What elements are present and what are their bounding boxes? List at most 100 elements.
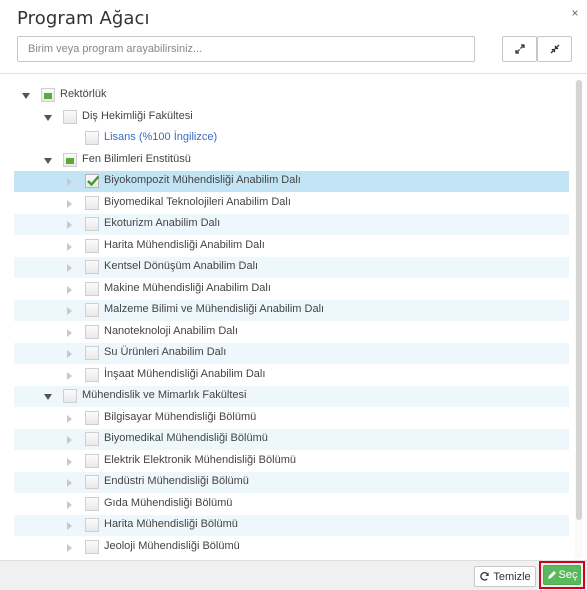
collapsed-arrow-icon[interactable] [67,199,72,208]
tree-row[interactable]: Endüstri Mühendisliği Bölümü [14,472,569,493]
select-button[interactable]: Seç [543,565,581,585]
collapsed-arrow-icon[interactable] [67,522,72,530]
collapsed-arrow-icon[interactable] [67,500,72,509]
collapsed-arrow-icon[interactable] [67,457,72,466]
expand-all-button[interactable] [502,36,537,62]
checkbox[interactable] [85,518,99,532]
checkbox[interactable] [85,539,99,554]
expanded-arrow-icon[interactable] [44,394,52,400]
scrollbar-thumb[interactable] [576,80,582,520]
tree-row-label[interactable]: Su Ürünleri Anabilim Dalı [104,346,226,358]
tree-row-label[interactable]: Harita Mühendisliği Bölümü [104,518,238,530]
tree-row-label[interactable]: Harita Mühendisliği Anabilim Dalı [104,239,265,251]
tree-row-label[interactable]: Biyomedikal Mühendisliği Bölümü [104,432,268,444]
program-tree-dialog: Program Ağacı × Rektörlük Diş Hekimliği F… [0,0,587,590]
tree-row-label[interactable]: Biyokompozit Mühendisliği Anabilim Dalı [104,174,301,186]
tree-row[interactable]: Ekoturizm Anabilim Dalı [14,214,569,235]
checkbox[interactable] [63,152,77,167]
checkbox[interactable] [85,432,99,446]
checkbox[interactable] [85,260,99,274]
tree-row-label[interactable]: Makine Mühendisliği Anabilim Dalı [104,282,271,294]
tree-row[interactable]: Mühendislik ve Mimarlık Fakültesi [14,386,569,407]
collapsed-arrow-icon[interactable] [67,285,72,294]
collapsed-arrow-icon[interactable] [67,371,72,380]
tree-row[interactable]: İnşaat Mühendisliği Anabilim Dalı [14,365,569,386]
tree-row[interactable]: Malzeme Bilimi ve Mühendisliği Anabilim … [14,300,569,321]
dialog-title: Program Ağacı [17,8,150,29]
checkbox[interactable] [85,131,99,145]
tree-row[interactable]: Harita Mühendisliği Bölümü [14,515,569,536]
clear-button[interactable]: Temizle [474,566,536,587]
collapsed-arrow-icon[interactable] [67,178,72,186]
collapsed-arrow-icon[interactable] [67,328,72,337]
search-input[interactable] [17,36,475,62]
tree-row-label[interactable]: Ekoturizm Anabilim Dalı [104,217,220,229]
pencil-icon [547,571,556,579]
tree-row[interactable]: Harita Mühendisliği Anabilim Dalı [14,236,569,257]
tree-row[interactable]: Nanoteknoloji Anabilim Dalı [14,322,569,343]
tree-row-label[interactable]: Mühendislik ve Mimarlık Fakültesi [82,389,246,401]
tree-row-label[interactable]: Rektörlük [60,88,106,100]
collapse-all-button[interactable] [537,36,572,62]
tree-row-label[interactable]: İnşaat Mühendisliği Anabilim Dalı [104,368,265,380]
checkbox[interactable] [85,496,99,511]
tree-row[interactable]: Gıda Mühendisliği Bölümü [14,494,569,515]
tree-row[interactable]: Jeoloji Mühendisliği Bölümü [14,537,569,558]
checkbox[interactable] [85,346,99,360]
tree-row-label[interactable]: Bilgisayar Mühendisliği Bölümü [104,411,256,423]
collapsed-arrow-icon[interactable] [67,221,72,229]
tree-row-label[interactable]: Nanoteknoloji Anabilim Dalı [104,325,238,337]
checkbox[interactable] [85,453,99,468]
tree-row-label[interactable]: Fen Bilimleri Enstitüsü [82,153,191,165]
tree-row[interactable]: Makine Mühendisliği Anabilim Dalı [14,279,569,300]
checkbox[interactable] [63,109,77,124]
tree-row[interactable]: Biyomedikal Mühendisliği Bölümü [14,429,569,450]
checkbox[interactable] [63,389,77,403]
checkbox[interactable] [41,88,55,102]
tree-row[interactable]: Lisans (%100 İngilizce) [14,128,569,149]
tree-row[interactable]: Su Ürünleri Anabilim Dalı [14,343,569,364]
tree-row-label[interactable]: Jeoloji Mühendisliği Bölümü [104,540,240,552]
tree-row-label[interactable]: Elektrik Elektronik Mühendisliği Bölümü [104,454,296,466]
expanded-arrow-icon[interactable] [22,93,30,99]
tree-row[interactable]: Rektörlük [14,85,569,106]
collapsed-arrow-icon[interactable] [67,414,72,423]
tree-row-label[interactable]: Biyomedikal Teknolojileri Anabilim Dalı [104,196,291,208]
tree-row-label[interactable]: Gıda Mühendisliği Bölümü [104,497,232,509]
collapsed-arrow-icon[interactable] [67,479,72,487]
collapsed-arrow-icon[interactable] [67,264,72,272]
tree-row[interactable]: Biyokompozit Mühendisliği Anabilim Dalı [14,171,569,192]
checkbox[interactable] [85,217,99,231]
tree-row[interactable]: Bilgisayar Mühendisliği Bölümü [14,408,569,429]
tree-row-label[interactable]: Endüstri Mühendisliği Bölümü [104,475,249,487]
tree-row-label[interactable]: Malzeme Bilimi ve Mühendisliği Anabilim … [104,303,324,315]
checkbox[interactable] [85,174,100,188]
expanded-arrow-icon[interactable] [44,157,52,164]
close-icon[interactable]: × [568,6,582,20]
checkbox[interactable] [85,303,99,317]
checkbox[interactable] [85,281,99,296]
tree-row[interactable]: Diş Hekimliği Fakültesi [14,107,569,128]
tree-row[interactable]: Kentsel Dönüşüm Anabilim Dalı [14,257,569,278]
expanded-arrow-icon[interactable] [44,114,52,121]
collapsed-arrow-icon[interactable] [67,543,72,552]
checkbox[interactable] [85,324,99,339]
program-tree: Rektörlük Diş Hekimliği Fakültesi Lisans (… [14,85,569,560]
checkbox[interactable] [85,238,99,253]
checkbox[interactable] [85,410,99,425]
checkbox[interactable] [85,475,99,489]
tree-row[interactable]: Elektrik Elektronik Mühendisliği Bölümü [14,451,569,472]
tree-row-label[interactable]: Diş Hekimliği Fakültesi [82,110,193,122]
checkbox[interactable] [85,195,99,210]
tree-row[interactable]: Fen Bilimleri Enstitüsü [14,150,569,171]
tree-row-label[interactable]: Lisans (%100 İngilizce) [104,131,217,143]
checkbox[interactable] [85,367,99,382]
collapsed-arrow-icon[interactable] [67,436,72,444]
collapsed-arrow-icon[interactable] [67,307,72,315]
collapsed-arrow-icon[interactable] [67,242,72,251]
collapse-icon [550,44,559,54]
tree-row-label[interactable]: Kentsel Dönüşüm Anabilim Dalı [104,260,258,272]
collapsed-arrow-icon[interactable] [67,350,72,358]
tree-row[interactable]: Biyomedikal Teknolojileri Anabilim Dalı [14,193,569,214]
refresh-icon [480,572,490,581]
